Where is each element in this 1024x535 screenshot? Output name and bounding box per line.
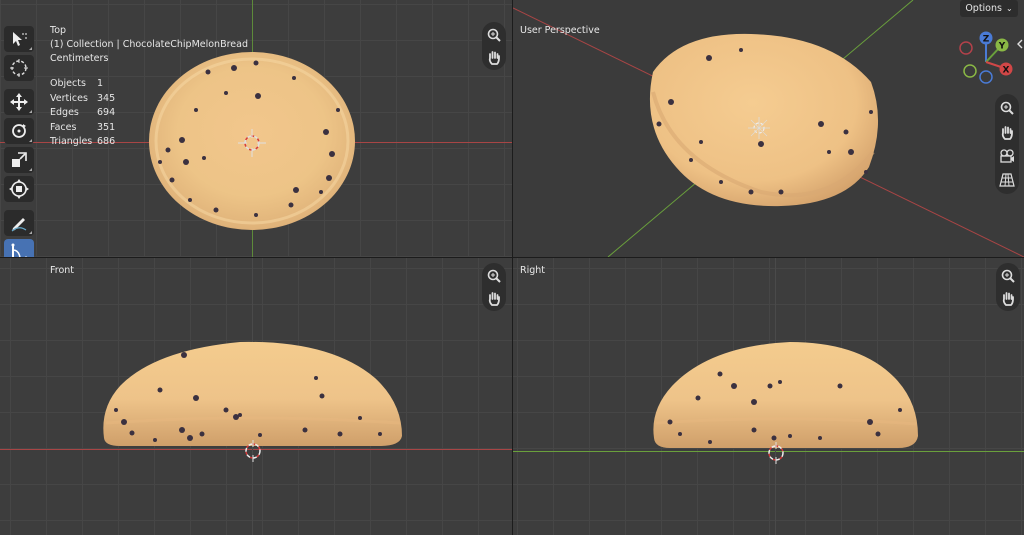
negative-y-axis-handle <box>963 64 977 78</box>
viewport-perspective[interactable]: User Perspective <box>513 0 1024 257</box>
zoom-icon[interactable] <box>483 265 505 287</box>
chevron-down-icon: ⌄ <box>1005 4 1013 13</box>
transform-tool[interactable] <box>4 176 34 202</box>
stat-label: Objects <box>50 78 86 89</box>
scene-statistics: Objects 1 Vertices 345 Edges 694 Faces 351 T… <box>50 77 115 150</box>
transform-icon <box>9 179 29 199</box>
pan-hand-icon[interactable] <box>483 46 505 68</box>
measure-tool[interactable] <box>4 239 34 257</box>
3d-cursor-icon <box>238 129 266 157</box>
stat-value: 686 <box>97 136 116 147</box>
move-icon <box>10 93 28 111</box>
zoom-icon[interactable] <box>996 96 1018 120</box>
zoom-icon[interactable] <box>997 265 1019 287</box>
z-axis-label: Z <box>983 35 990 45</box>
stat-value: 694 <box>97 107 116 118</box>
nav-controls-right <box>996 263 1020 311</box>
sidebar-toggle-icon[interactable] <box>1016 38 1024 50</box>
scale-icon <box>12 152 27 167</box>
stat-label: Faces <box>50 121 77 133</box>
3d-cursor-icon <box>748 117 770 139</box>
nav-controls-top <box>482 22 506 70</box>
rotate-icon <box>12 124 26 138</box>
bread-right-view[interactable] <box>650 338 922 452</box>
rotate-tool[interactable] <box>4 118 34 144</box>
annotate-tool[interactable] <box>4 210 34 236</box>
navigation-gizmo[interactable]: Z Y X <box>956 28 1020 92</box>
units-label: Centimeters <box>50 53 109 64</box>
zoom-icon[interactable] <box>483 24 505 46</box>
scale-tool[interactable] <box>4 147 34 173</box>
negative-z-axis-handle <box>979 70 993 84</box>
3d-cursor-icon <box>245 440 261 462</box>
viewport-front[interactable]: Front <box>0 258 512 535</box>
viewport-right[interactable]: Right <box>513 258 1024 535</box>
x-axis-label: X <box>1003 66 1010 76</box>
viewport-title: User Perspective <box>520 25 600 36</box>
viewport-title: Front <box>50 265 75 276</box>
cursor-tool[interactable] <box>4 55 34 81</box>
pan-hand-icon[interactable] <box>483 287 505 309</box>
stat-value: 345 <box>97 92 116 104</box>
select-box-icon <box>13 32 27 46</box>
stat-label: Vertices <box>50 92 88 104</box>
nav-controls-front <box>482 263 506 311</box>
stat-value: 351 <box>97 121 116 133</box>
perspective-grid-icon[interactable] <box>996 168 1018 192</box>
measure-icon <box>11 243 28 257</box>
move-tool[interactable] <box>4 89 34 115</box>
viewport-divider-vertical[interactable] <box>512 0 513 535</box>
annotate-icon <box>11 218 27 232</box>
tool-shelf <box>4 26 36 257</box>
options-label: Options <box>965 3 1002 14</box>
pan-hand-icon[interactable] <box>996 120 1018 144</box>
negative-x-axis-handle <box>959 41 973 55</box>
stat-label: Edges <box>50 107 79 118</box>
viewport-title: Right <box>520 265 546 276</box>
collection-label: (1) Collection | ChocolateChipMelonBread <box>50 39 248 50</box>
stat-value: 1 <box>97 78 104 89</box>
viewport-top[interactable]: Top (1) Collection | ChocolateChipMelonB… <box>0 0 512 257</box>
bread-front-view[interactable] <box>100 338 406 450</box>
pan-hand-icon[interactable] <box>997 287 1019 309</box>
camera-icon[interactable] <box>996 144 1018 168</box>
y-axis-label: Y <box>998 42 1006 52</box>
stat-label: Triangles <box>50 136 93 147</box>
select-box-tool[interactable] <box>4 26 34 52</box>
cursor-icon <box>10 59 28 77</box>
3d-cursor-icon <box>768 442 784 464</box>
options-dropdown[interactable]: Options ⌄ <box>960 0 1018 17</box>
view-navigation-controls <box>995 94 1019 194</box>
viewport-title: Top <box>50 25 67 36</box>
